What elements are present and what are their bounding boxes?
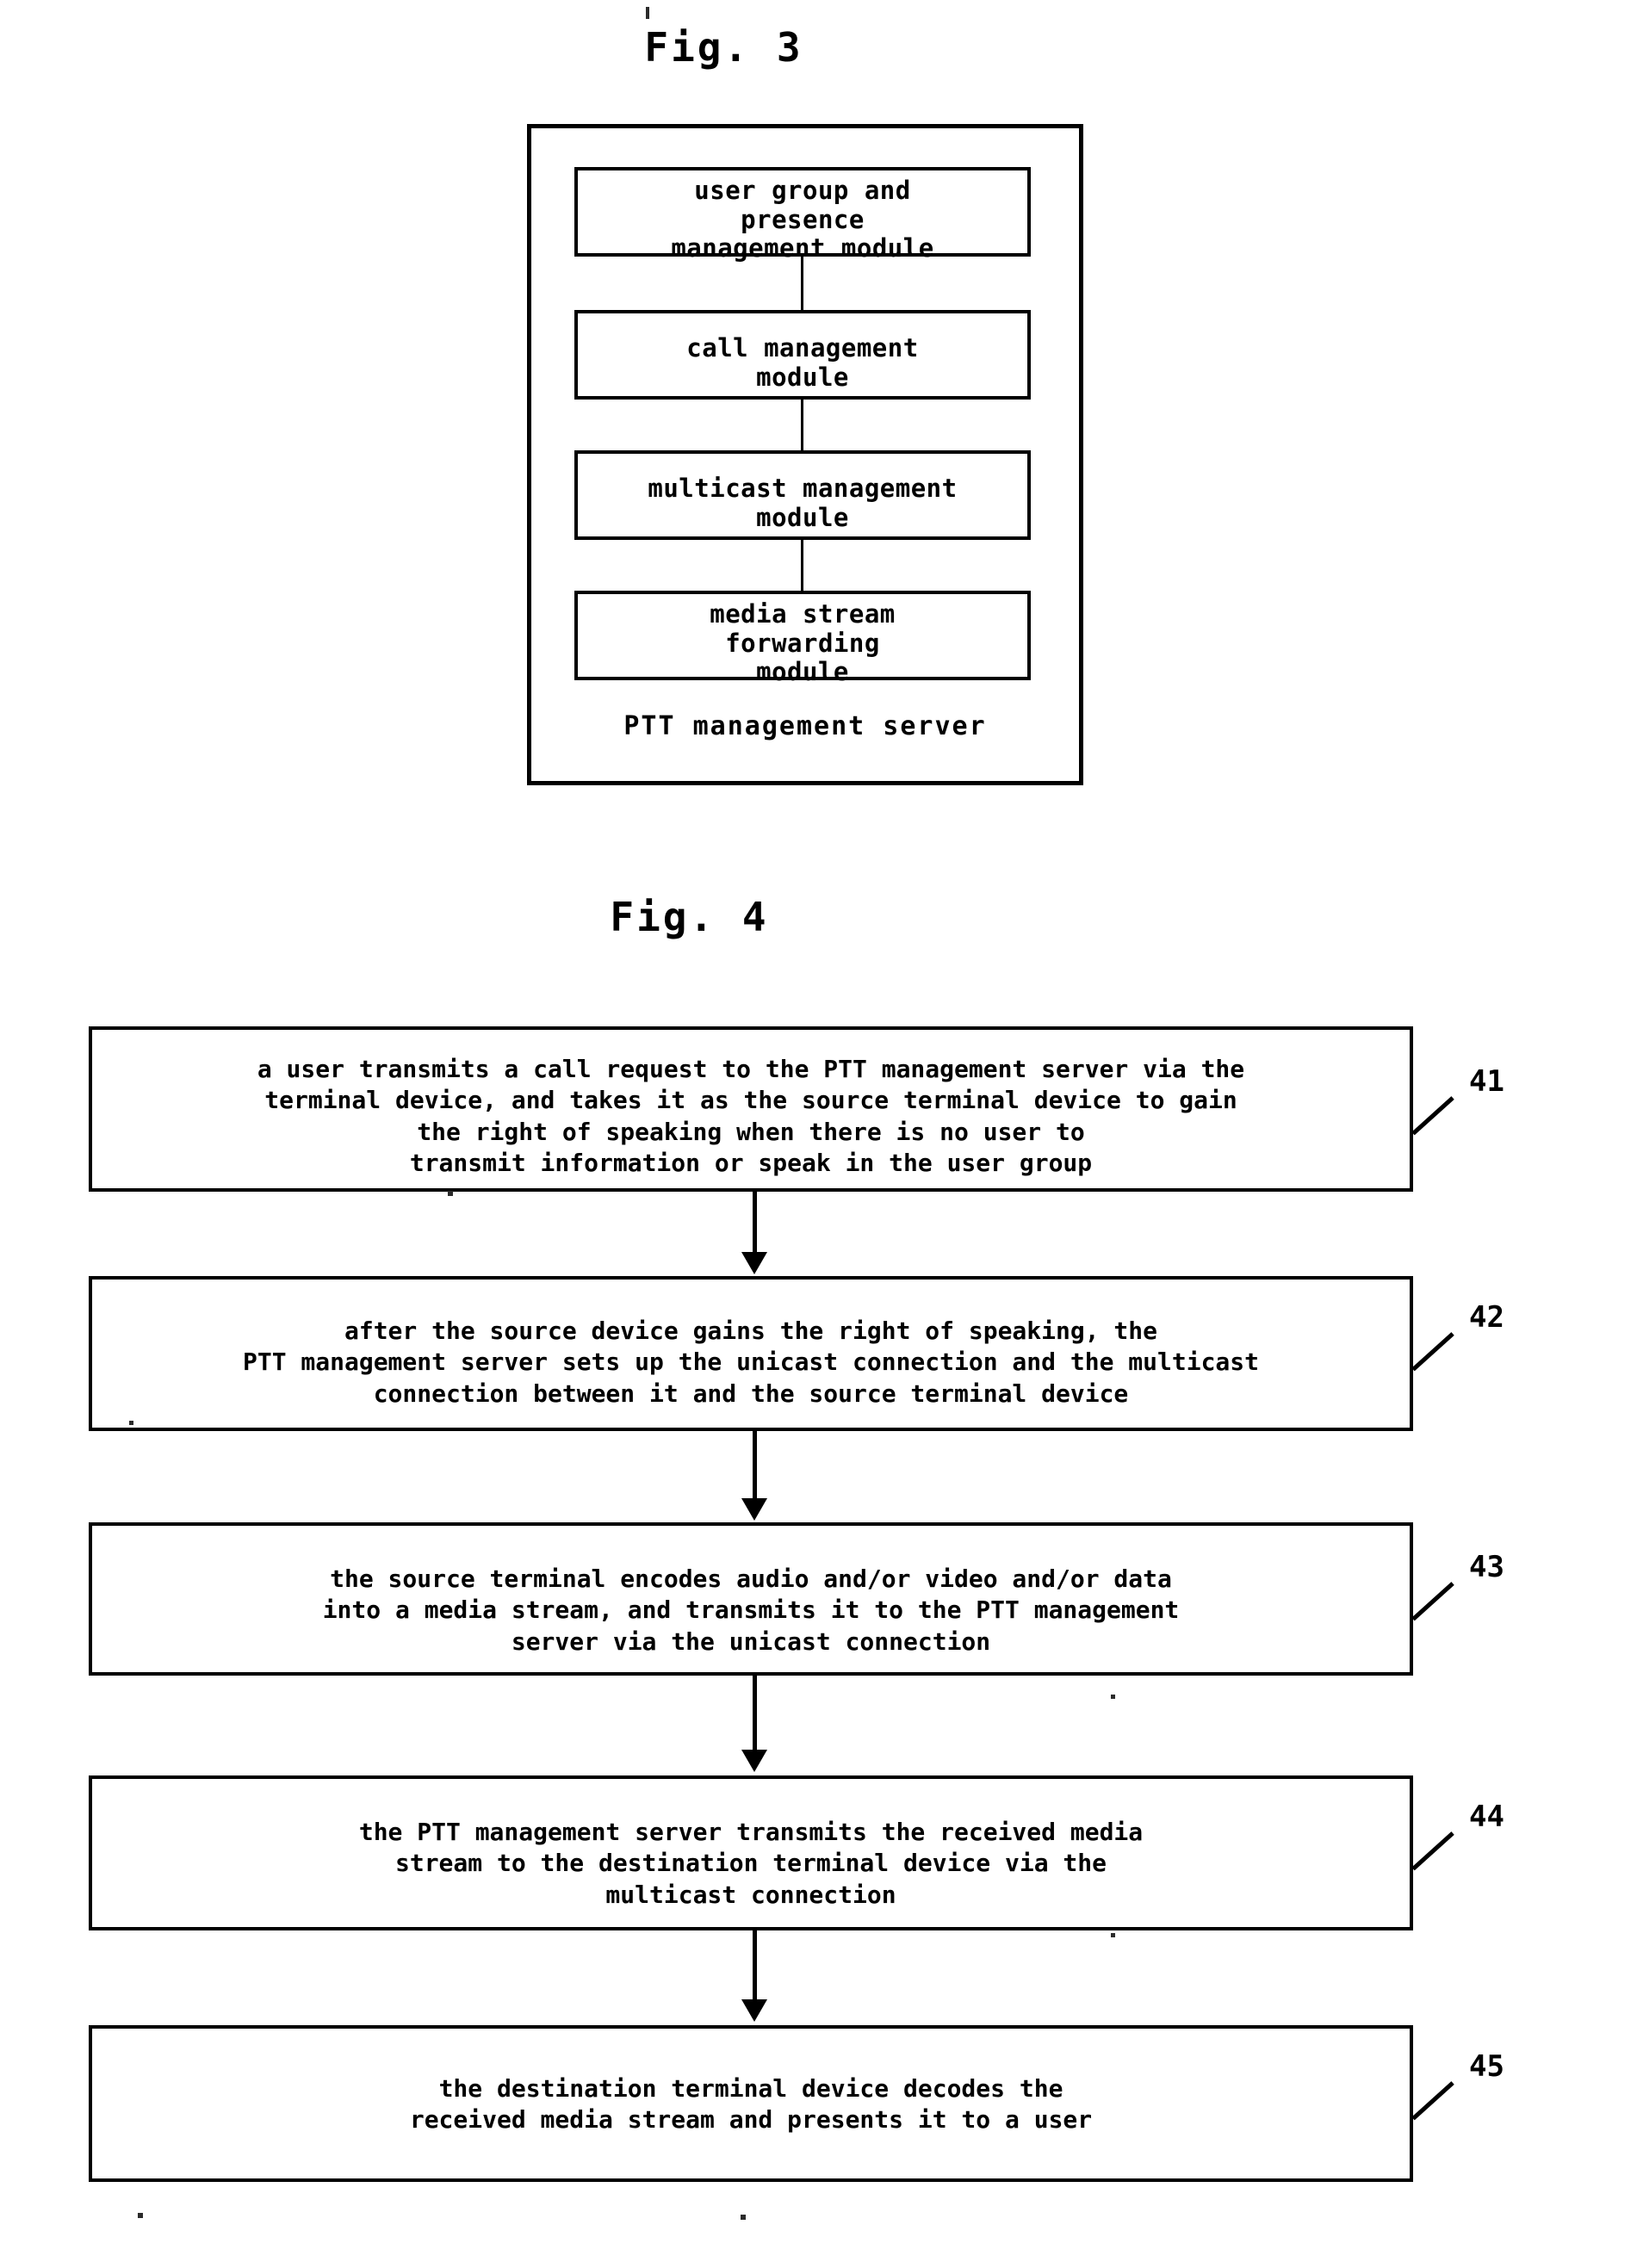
scan-speck — [448, 1191, 453, 1196]
module-box-call-management: call management module — [574, 310, 1031, 400]
reference-numeral-42: 42 — [1469, 1300, 1504, 1335]
arrow-shaft — [753, 1192, 757, 1254]
scan-speck — [646, 7, 649, 19]
arrow-shaft — [753, 1431, 757, 1500]
leader-line-43 — [1411, 1582, 1454, 1621]
flowchart-step-text: the PTT management server transmits the … — [358, 1818, 1144, 1909]
connector-line-mod1-mod2 — [801, 257, 803, 310]
figure-4-title: Fig. 4 — [610, 894, 769, 940]
flowchart-step-44: the PTT management server transmits the … — [89, 1775, 1413, 1930]
figure-3-title: Fig. 3 — [644, 24, 803, 71]
scan-speck — [1111, 1933, 1115, 1937]
module-box-multicast-management: multicast management module — [574, 450, 1031, 540]
flowchart-step-41: a user transmits a call request to the P… — [89, 1026, 1413, 1192]
reference-numeral-44: 44 — [1469, 1800, 1504, 1834]
reference-numeral-43: 43 — [1469, 1550, 1504, 1584]
module-label: user group and presence management modul… — [671, 176, 934, 263]
connector-line-mod3-mod4 — [801, 540, 803, 591]
module-box-media-stream-forwarding: media stream forwarding module — [574, 591, 1031, 686]
ptt-management-server-label: PTT management server — [623, 711, 987, 741]
reference-numeral-41: 41 — [1469, 1064, 1504, 1099]
module-label: media stream forwarding module — [710, 599, 896, 687]
reference-numeral-45: 45 — [1469, 2049, 1504, 2084]
flowchart-step-text: the destination terminal device decodes … — [409, 2074, 1093, 2135]
arrow-head-icon — [741, 1999, 767, 2022]
connector-line-mod2-mod3 — [801, 400, 803, 450]
module-label: multicast management module — [648, 474, 958, 532]
module-label: call management module — [686, 333, 919, 392]
leader-line-44 — [1411, 1831, 1454, 1871]
patent-drawing-sheet: Fig. 3 user group and presence managemen… — [0, 0, 1637, 2268]
scan-speck — [1111, 1695, 1115, 1699]
scan-speck — [138, 2213, 143, 2218]
arrow-shaft — [753, 1930, 757, 2001]
flowchart-step-43: the source terminal encodes audio and/or… — [89, 1522, 1413, 1676]
flowchart-step-42: after the source device gains the right … — [89, 1276, 1413, 1431]
module-box-user-group-presence-management: user group and presence management modul… — [574, 167, 1031, 263]
arrow-head-icon — [741, 1750, 767, 1772]
scan-speck — [741, 2215, 746, 2220]
leader-line-41 — [1411, 1096, 1454, 1136]
flowchart-step-text: a user transmits a call request to the P… — [257, 1055, 1245, 1178]
flowchart-step-45: the destination terminal device decodes … — [89, 2025, 1413, 2182]
arrow-head-icon — [741, 1498, 767, 1521]
arrow-shaft — [753, 1676, 757, 1751]
leader-line-45 — [1411, 2081, 1454, 2121]
arrow-head-icon — [741, 1252, 767, 1274]
leader-line-42 — [1411, 1332, 1454, 1372]
scan-speck — [129, 1421, 133, 1425]
flowchart-step-text: the source terminal encodes audio and/or… — [322, 1565, 1180, 1656]
flowchart-step-text: after the source device gains the right … — [242, 1317, 1260, 1408]
